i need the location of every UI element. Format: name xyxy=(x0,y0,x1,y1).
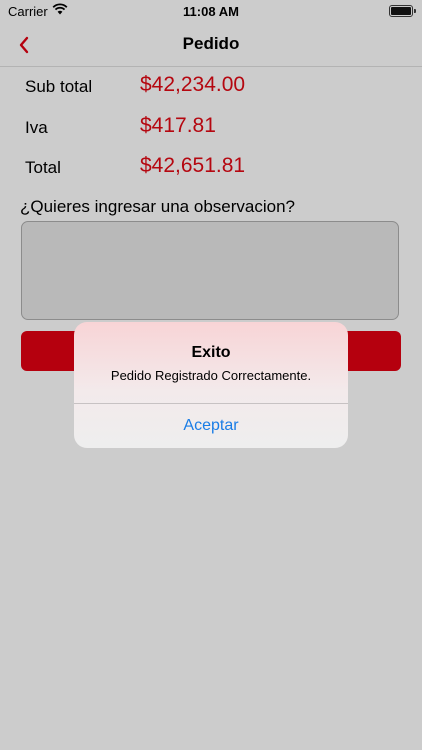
battery-icon xyxy=(389,5,416,17)
iva-row: Iva $417.81 xyxy=(25,112,405,142)
iva-label: Iva xyxy=(25,118,48,137)
success-alert: Exito Pedido Registrado Correctamente. A… xyxy=(74,322,348,448)
total-row: Total $42,651.81 xyxy=(25,152,405,182)
total-label: Total xyxy=(25,158,61,177)
observation-field[interactable] xyxy=(21,221,399,320)
navigation-bar: Pedido xyxy=(0,24,422,67)
total-value: $42,651.81 xyxy=(140,154,246,177)
observation-prompt: ¿Quieres ingresar una observacion? xyxy=(20,197,295,216)
alert-title: Exito xyxy=(191,344,231,361)
subtotal-value: $42,234.00 xyxy=(140,73,246,96)
iva-value: $417.81 xyxy=(140,114,216,137)
clock: 11:08 AM xyxy=(183,4,239,19)
alert-message: Pedido Registrado Correctamente. xyxy=(110,368,312,383)
subtotal-row: Sub total $42,234.00 xyxy=(25,71,405,101)
status-bar: Carrier 11:08 AM xyxy=(0,0,422,24)
subtotal-label: Sub total xyxy=(25,77,93,96)
accept-button[interactable]: Aceptar xyxy=(74,404,348,448)
page-title: Pedido xyxy=(182,34,240,53)
